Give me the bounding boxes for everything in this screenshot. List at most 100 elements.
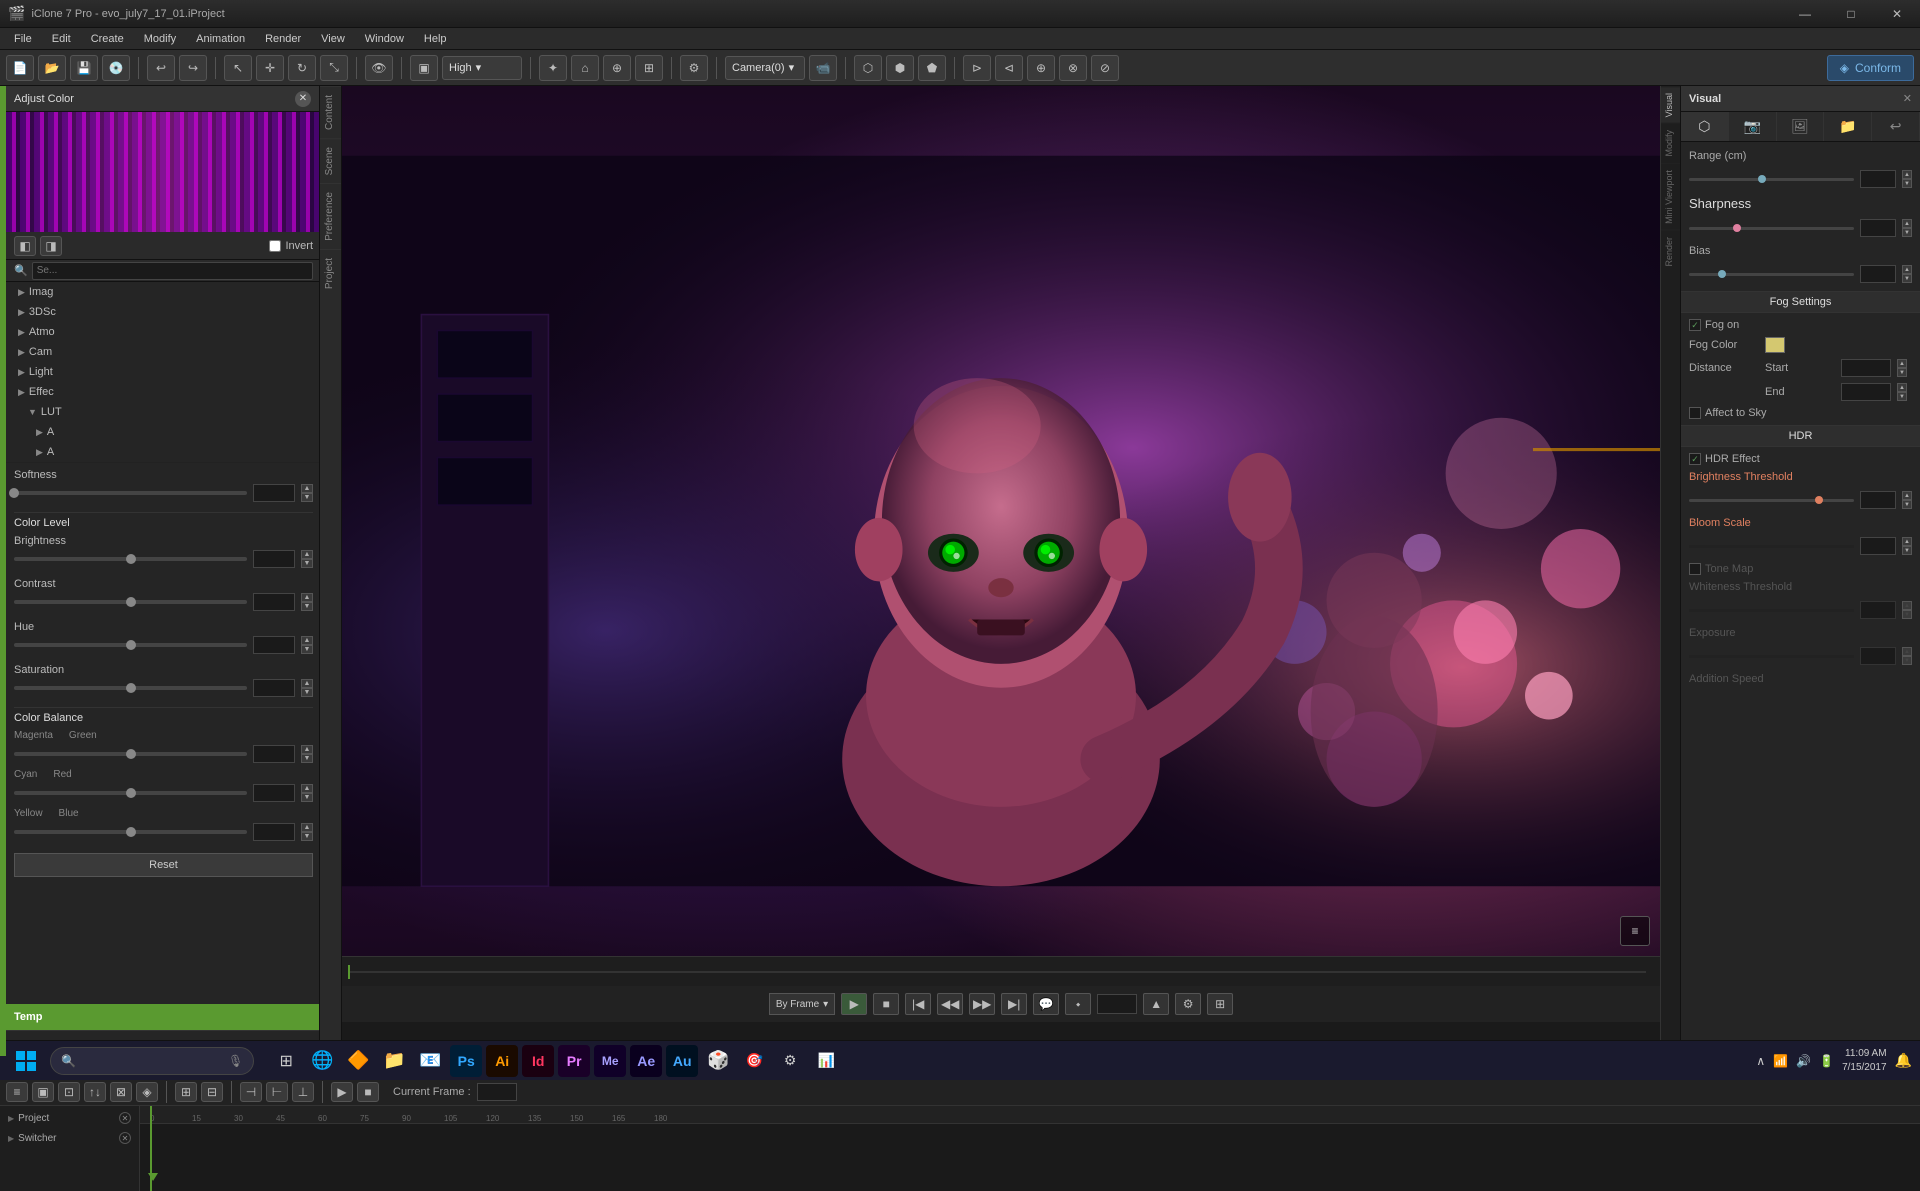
play-button[interactable]: ▶ (841, 993, 867, 1015)
start-down[interactable]: ▼ (1897, 368, 1907, 377)
save-button[interactable]: 💾 (70, 55, 98, 81)
hue-value[interactable]: 0 (253, 636, 295, 654)
cr-down[interactable]: ▼ (301, 793, 313, 802)
end-up[interactable]: ▲ (1897, 383, 1907, 392)
tab-image[interactable]: 🖼 (1777, 112, 1825, 141)
affect-sky-checkbox[interactable] (1689, 407, 1701, 419)
redo-button[interactable]: ↪ (179, 55, 207, 81)
tool3-btn[interactable]: ⬟ (918, 55, 946, 81)
menu-help[interactable]: Help (414, 31, 457, 47)
menu-render[interactable]: Render (255, 31, 311, 47)
softness-slider[interactable] (14, 491, 247, 495)
timeline-scrubber[interactable] (348, 971, 1646, 973)
marker-button[interactable]: ⬩ (1065, 993, 1091, 1015)
tab-scene[interactable]: ⬡ (1681, 112, 1729, 141)
save-as-button[interactable]: 💿 (102, 55, 130, 81)
network-icon[interactable]: 📶 (1773, 1054, 1788, 1068)
hdr-effect-checkbox[interactable] (1689, 453, 1701, 465)
mg-value[interactable]: 0 (253, 745, 295, 763)
side-tab-scene[interactable]: Scene (320, 138, 341, 183)
reset-button[interactable]: Reset (14, 853, 313, 877)
viewport-btn[interactable]: ▣ (410, 55, 438, 81)
tl-tool10[interactable]: ⊢ (266, 1082, 288, 1102)
rs-tab-mini[interactable]: Mini Viewport (1661, 163, 1680, 230)
tool-btn-1[interactable]: ◧ (14, 236, 36, 256)
move-button[interactable]: ✛ (256, 55, 284, 81)
tl-play[interactable]: ▶ (331, 1082, 353, 1102)
yb-down[interactable]: ▼ (301, 832, 313, 841)
contrast-thumb[interactable] (126, 597, 136, 607)
viewport-scene[interactable]: ≡ (342, 86, 1660, 956)
camera-record-btn[interactable]: 📹 (809, 55, 837, 81)
open-button[interactable]: 📂 (38, 55, 66, 81)
tree-item-effec[interactable]: ▶ Effec (14, 382, 319, 402)
brightness-slider[interactable] (14, 557, 247, 561)
softness-thumb[interactable] (9, 488, 19, 498)
invert-checkbox[interactable] (269, 240, 281, 252)
tl-tool11[interactable]: ⊥ (292, 1082, 314, 1102)
yb-value[interactable]: 0 (253, 823, 295, 841)
contrast-up[interactable]: ▲ (301, 593, 313, 602)
rs-tab-visual[interactable]: Visual (1661, 86, 1680, 123)
sharpness-slider[interactable] (1689, 227, 1854, 230)
start-up[interactable]: ▲ (1897, 359, 1907, 368)
cr-value[interactable]: 0 (253, 784, 295, 802)
tl-tool8[interactable]: ⊟ (201, 1082, 223, 1102)
timeline-ruler[interactable]: 0 15 30 45 60 75 90 105 120 135 150 165 … (140, 1106, 1920, 1191)
fog-on-label[interactable]: Fog on (1689, 319, 1739, 331)
task-tool2[interactable]: ⚙ (774, 1045, 806, 1077)
cr-thumb[interactable] (126, 788, 136, 798)
tl-tool3[interactable]: ⊡ (58, 1082, 80, 1102)
volume-icon[interactable]: 🔊 (1796, 1054, 1811, 1068)
side-tab-content[interactable]: Content (320, 86, 341, 138)
mg-thumb[interactable] (126, 749, 136, 759)
bt-thumb[interactable] (1815, 496, 1823, 504)
start-button[interactable] (8, 1043, 44, 1079)
current-frame-input[interactable]: 1 (477, 1083, 517, 1101)
menu-window[interactable]: Window (355, 31, 414, 47)
yb-up[interactable]: ▲ (301, 823, 313, 832)
settings-btn[interactable]: ⚙ (680, 55, 708, 81)
fog-on-checkbox[interactable] (1689, 319, 1701, 331)
quality-dropdown[interactable]: High ▾ (442, 56, 522, 80)
tl-tool5[interactable]: ⊠ (110, 1082, 132, 1102)
undo-button[interactable]: ↩ (147, 55, 175, 81)
task-view-btn[interactable]: ⊞ (270, 1045, 302, 1077)
saturation-value[interactable]: 0 (253, 679, 295, 697)
bt-down[interactable]: ▼ (1902, 500, 1912, 509)
grid-button[interactable]: ⊞ (635, 55, 663, 81)
tool8-btn[interactable]: ⊘ (1091, 55, 1119, 81)
sharpness-up[interactable]: ▲ (1902, 219, 1912, 228)
bs-value[interactable]: 22 (1860, 537, 1896, 555)
prev-frame-button[interactable]: ◀◀ (937, 993, 963, 1015)
task-chrome[interactable]: 🌐 (306, 1045, 338, 1077)
tl-stop[interactable]: ■ (357, 1082, 379, 1102)
task-me[interactable]: Me (594, 1045, 626, 1077)
sharpness-down[interactable]: ▼ (1902, 228, 1912, 237)
tool1-btn[interactable]: ⬡ (854, 55, 882, 81)
mg-slider[interactable] (14, 752, 247, 756)
frame-up[interactable]: ▲ (1143, 993, 1169, 1015)
comment-button[interactable]: 💬 (1033, 993, 1059, 1015)
home-button[interactable]: ⌂ (571, 55, 599, 81)
settings-icon[interactable]: ⚙ (1175, 993, 1201, 1015)
new-button[interactable]: 📄 (6, 55, 34, 81)
tree-item-image[interactable]: ▶ Imag (14, 282, 319, 302)
task-blender[interactable]: 🎲 (702, 1045, 734, 1077)
task-id[interactable]: Id (522, 1045, 554, 1077)
close-button[interactable]: ✕ (1874, 0, 1920, 28)
task-ps[interactable]: Ps (450, 1045, 482, 1077)
tool4-btn[interactable]: ⊳ (963, 55, 991, 81)
side-tab-preference[interactable]: Preference (320, 183, 341, 249)
end-value[interactable]: 20000 (1841, 383, 1891, 401)
by-frame-dropdown[interactable]: By Frame ▾ (769, 993, 835, 1015)
fog-color-swatch[interactable] (1765, 337, 1785, 353)
eye-button[interactable]: 👁 (365, 55, 393, 81)
saturation-down[interactable]: ▼ (301, 688, 313, 697)
first-frame-button[interactable]: |◀ (905, 993, 931, 1015)
sharpness-thumb[interactable] (1733, 224, 1741, 232)
chevron-icon[interactable]: ∧ (1756, 1054, 1765, 1068)
tree-item-a2[interactable]: ▶ A (14, 442, 319, 462)
tone-map-label[interactable]: Tone Map (1689, 563, 1753, 575)
tool5-btn[interactable]: ⊲ (995, 55, 1023, 81)
